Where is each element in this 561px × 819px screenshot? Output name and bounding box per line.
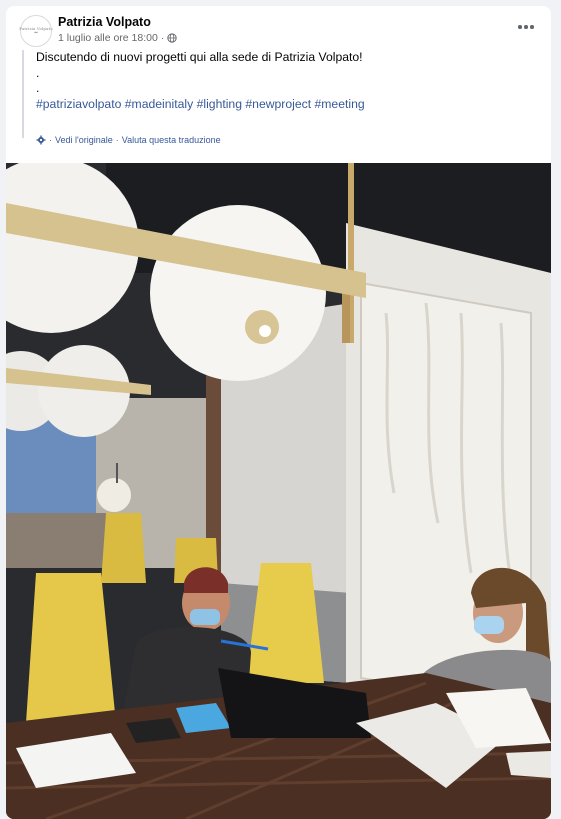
globe-icon[interactable] — [167, 33, 177, 43]
post-photo[interactable] — [6, 163, 551, 819]
hashtag-link[interactable]: #newproject — [245, 97, 311, 111]
globe-lamp — [97, 478, 131, 512]
post-body: Discutendo di nuovi progetti qui alla se… — [22, 50, 537, 138]
post-meta: 1 luglio alle ore 18:00 · — [58, 32, 177, 44]
hashtag-list: #patriziavolpato #madeinitaly #lighting … — [36, 97, 537, 113]
post-text-line: . — [36, 81, 40, 95]
post-card: Patrizia Volpato ▪▪ Patrizia Volpato 1 l… — [6, 6, 551, 819]
yellow-chair — [26, 573, 116, 723]
meeting-room-photo — [6, 163, 551, 819]
translation-separator: · — [115, 135, 119, 145]
sofa — [6, 513, 116, 568]
lamp-stand — [116, 463, 118, 483]
hashtag-link[interactable]: #meeting — [315, 97, 365, 111]
disc-lamp — [150, 205, 326, 381]
hashtag-link[interactable]: #lighting — [197, 97, 242, 111]
gear-icon — [36, 135, 46, 145]
post-text-line: . — [36, 65, 40, 80]
translation-separator: · — [49, 135, 52, 145]
catalog-corner — [506, 751, 551, 778]
meta-separator: · — [160, 32, 165, 44]
more-options-icon — [518, 25, 522, 29]
post-timestamp[interactable]: 1 luglio alle ore 18:00 — [58, 32, 158, 44]
person-right-mask — [474, 616, 504, 634]
avatar[interactable]: Patrizia Volpato ▪▪ — [19, 15, 53, 47]
post-text-line: Discutendo di nuovi progetti qui alla se… — [36, 50, 363, 64]
lamp-bulb — [259, 325, 271, 337]
translation-bar: · Vedi l'originale · Valuta questa tradu… — [36, 135, 221, 145]
more-options-button[interactable] — [515, 20, 537, 34]
avatar-logo-dots: ▪▪ — [34, 30, 38, 36]
rate-translation-link[interactable]: Valuta questa traduzione — [122, 135, 221, 145]
more-options-dot — [530, 25, 534, 29]
more-options-dot — [524, 25, 528, 29]
person-left-mask — [190, 609, 220, 625]
hashtag-link[interactable]: #madeinitaly — [125, 97, 193, 111]
hashtag-link[interactable]: #patriziavolpato — [36, 97, 121, 111]
see-original-link[interactable]: Vedi l'originale — [55, 135, 113, 145]
yellow-chair — [101, 513, 146, 583]
post-author-name[interactable]: Patrizia Volpato — [58, 15, 151, 29]
